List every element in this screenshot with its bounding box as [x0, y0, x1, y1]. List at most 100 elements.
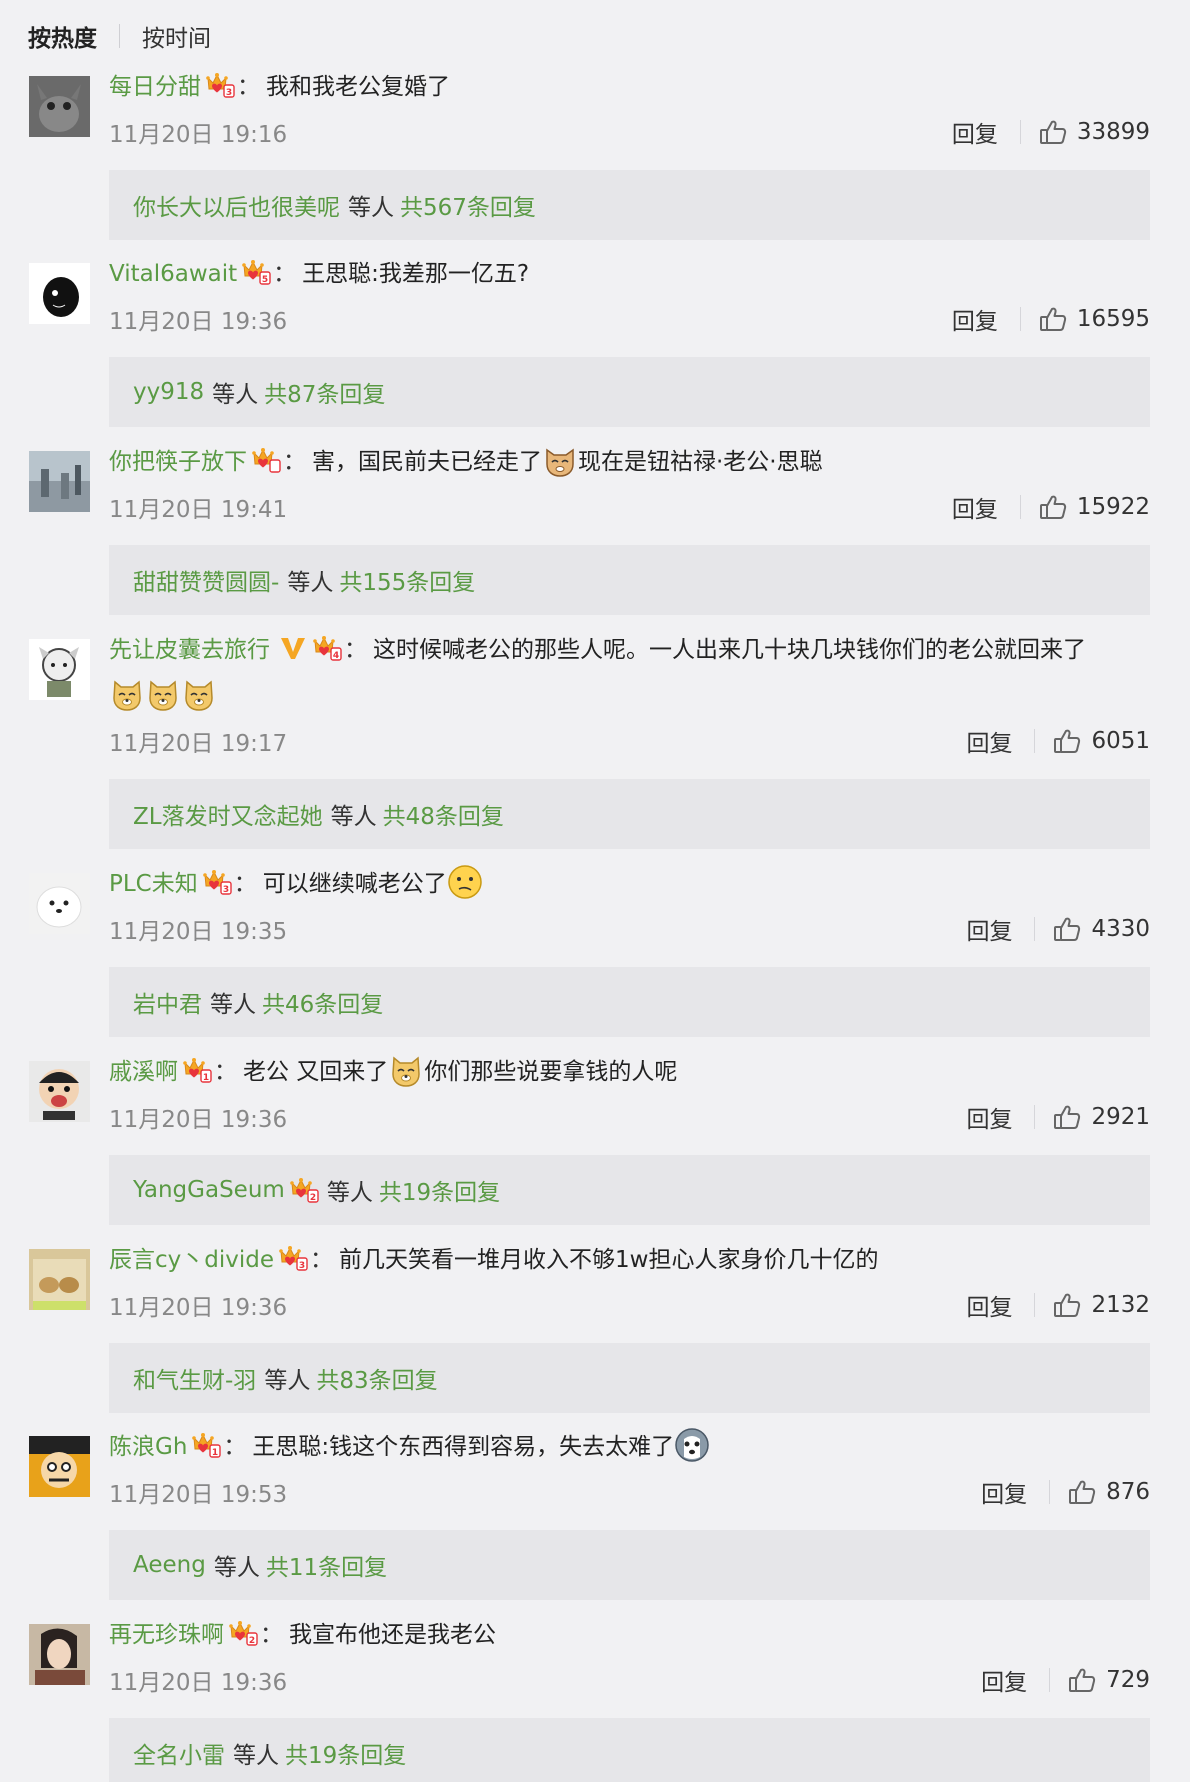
reply-summary-box[interactable]: 你长大以后也很美呢 等人 共567条回复 — [109, 170, 1150, 240]
divider — [1019, 307, 1021, 331]
username-link[interactable]: 辰言cy丶divide — [109, 1247, 274, 1273]
reply-username-link[interactable]: 岩中君 — [133, 985, 202, 1019]
reply-username-link[interactable]: Aeeng — [133, 1552, 206, 1578]
verified-v-icon — [278, 631, 308, 659]
comment-timestamp: 11月20日 19:36 — [109, 1670, 288, 1696]
reply-summary-box[interactable]: yy918 等人 共87条回复 — [109, 357, 1150, 427]
reply-button[interactable]: 回复 — [952, 490, 998, 524]
doge-emoji — [388, 1052, 424, 1088]
reply-username-link[interactable]: YangGaSeum — [133, 1177, 285, 1203]
reply-summary-box[interactable]: 全名小雷 等人 共19条回复 — [109, 1718, 1150, 1782]
reply-count-link[interactable]: 共46条回复 — [262, 985, 383, 1019]
avatar[interactable] — [29, 873, 90, 934]
reply-summary-box[interactable]: Aeeng 等人 共11条回复 — [109, 1530, 1150, 1600]
avatar[interactable] — [29, 1061, 90, 1122]
reply-summary-box[interactable]: YangGaSeum 2 等人 共19条回复 — [109, 1155, 1150, 1225]
reply-button[interactable]: 回复 — [966, 1100, 1012, 1134]
reply-button[interactable]: 回复 — [952, 115, 998, 149]
reply-summary-box[interactable]: 岩中君 等人 共46条回复 — [109, 967, 1150, 1037]
reply-etc-text: 等人 — [264, 1368, 311, 1394]
cat-emoji — [542, 442, 578, 478]
fan-badge-icon: 4 — [312, 631, 342, 661]
comment-text-line: Vital6await 5 ：王思聪:我差那一亿五? — [109, 251, 1150, 297]
like-button[interactable]: 2132 — [1053, 1291, 1150, 1319]
username-link[interactable]: Vital6await — [109, 261, 237, 287]
colon: ： — [237, 74, 260, 100]
like-button[interactable]: 876 — [1068, 1478, 1150, 1506]
comment-text-continued: 现在是钮祜禄·老公·思聪 — [578, 449, 823, 475]
avatar[interactable] — [29, 263, 90, 324]
username-link[interactable]: 陈浪Gh — [109, 1434, 187, 1460]
reply-username-link[interactable]: 和气生财-羽 — [133, 1361, 256, 1395]
reply-count-link[interactable]: 共19条回复 — [285, 1736, 406, 1770]
reply-button[interactable]: 回复 — [981, 1663, 1027, 1697]
reply-summary-box[interactable]: 和气生财-羽 等人 共83条回复 — [109, 1343, 1150, 1413]
svg-text:2: 2 — [310, 1193, 316, 1203]
reply-button[interactable]: 回复 — [952, 302, 998, 336]
like-button[interactable]: 729 — [1068, 1666, 1150, 1694]
sort-by-time-tab[interactable]: 按时间 — [142, 19, 211, 53]
username-link[interactable]: 再无珍珠啊 — [109, 1622, 224, 1648]
comment-body: 你把筷子放下 ：害，国民前夫已经走了 现在是钮祜禄·老公·思聪 11月20日 19… — [109, 439, 1150, 529]
reply-username-link[interactable]: yy918 — [133, 379, 204, 405]
avatar[interactable] — [29, 76, 90, 137]
colon: ： — [273, 261, 297, 287]
avatar[interactable] — [29, 451, 90, 512]
reply-count-link[interactable]: 共87条回复 — [264, 375, 385, 409]
like-button[interactable]: 15922 — [1039, 493, 1150, 521]
like-count: 2132 — [1091, 1292, 1150, 1318]
reply-count-link[interactable]: 共567条回复 — [400, 188, 536, 222]
like-button[interactable]: 4330 — [1053, 915, 1150, 943]
fan-badge-icon: 3 — [205, 68, 235, 98]
reply-count-link[interactable]: 共83条回复 — [316, 1361, 437, 1395]
like-button[interactable]: 6051 — [1053, 727, 1150, 755]
username-link[interactable]: 先让皮囊去旅行 — [109, 637, 270, 663]
reply-button[interactable]: 回复 — [966, 1288, 1012, 1322]
reply-summary-box[interactable]: ZL落发时又念起她 等人 共48条回复 — [109, 779, 1150, 849]
reply-button[interactable]: 回复 — [981, 1475, 1027, 1509]
colon: ： — [214, 1059, 237, 1085]
reply-button[interactable]: 回复 — [966, 912, 1012, 946]
username-link[interactable]: 戚溪啊 — [109, 1059, 178, 1085]
comment-text: 王思聪:钱这个东西得到容易，失去太难了 — [252, 1434, 675, 1460]
avatar[interactable] — [29, 1249, 90, 1310]
comment-text: 害，国民前夫已经走了 — [312, 449, 542, 475]
comment-timestamp: 11月20日 19:16 — [109, 122, 288, 148]
like-button[interactable]: 2921 — [1053, 1103, 1150, 1131]
reply-username-link[interactable]: 甜甜赞赞圆圆- — [133, 563, 279, 597]
colon: ： — [223, 1434, 247, 1460]
comment-actions: 回复 729 — [981, 1658, 1150, 1702]
comment-body: 再无珍珠啊 2 ：我宣布他还是我老公 11月20日 19:36 回复 729 — [109, 1612, 1150, 1702]
reply-etc-text: 等人 — [210, 992, 256, 1018]
reply-count-link[interactable]: 共155条回复 — [339, 563, 475, 597]
reply-count-link[interactable]: 共48条回复 — [383, 797, 504, 831]
like-button[interactable]: 33899 — [1039, 118, 1150, 146]
comment-text: 前几天笑看一堆月收入不够1w担心人家身价几十亿的 — [339, 1247, 879, 1273]
username-link[interactable]: 你把筷子放下 — [109, 449, 247, 475]
comment-timestamp: 11月20日 19:36 — [109, 1295, 288, 1321]
comment-item: Vital6await 5 ：王思聪:我差那一亿五? 11月20日 19:36 回复… — [0, 251, 1190, 431]
avatar[interactable] — [29, 1436, 90, 1497]
username-link[interactable]: PLC未知 — [109, 871, 198, 897]
avatar[interactable] — [29, 1624, 90, 1685]
reply-count-link[interactable]: 共19条回复 — [379, 1173, 500, 1207]
reply-count-link[interactable]: 共11条回复 — [266, 1548, 387, 1582]
comment-text: 王思聪:我差那一亿五? — [302, 261, 530, 287]
comment-actions: 回复 16595 — [952, 297, 1150, 341]
comment-actions: 回复 876 — [981, 1470, 1150, 1514]
reply-username-link[interactable]: ZL落发时又念起她 — [133, 797, 323, 831]
sort-by-hot-tab[interactable]: 按热度 — [28, 19, 97, 53]
comment-timestamp: 11月20日 19:36 — [109, 1107, 288, 1133]
reply-username-link[interactable]: 全名小雷 — [133, 1736, 225, 1770]
like-count: 2921 — [1091, 1104, 1150, 1130]
fan-badge-icon: 3 — [202, 865, 232, 895]
reply-button[interactable]: 回复 — [966, 724, 1012, 758]
avatar[interactable] — [29, 639, 90, 700]
reply-username-link[interactable]: 你长大以后也很美呢 — [133, 188, 340, 222]
like-button[interactable]: 16595 — [1039, 305, 1150, 333]
comment-body: 陈浪Gh 1 ：王思聪:钱这个东西得到容易，失去太难了 11月20日 19:53… — [109, 1424, 1150, 1514]
reply-etc-text: 等人 — [326, 1180, 373, 1206]
thumbs-up-icon — [1039, 118, 1067, 146]
reply-summary-box[interactable]: 甜甜赞赞圆圆- 等人 共155条回复 — [109, 545, 1150, 615]
username-link[interactable]: 每日分甜 — [109, 74, 201, 100]
